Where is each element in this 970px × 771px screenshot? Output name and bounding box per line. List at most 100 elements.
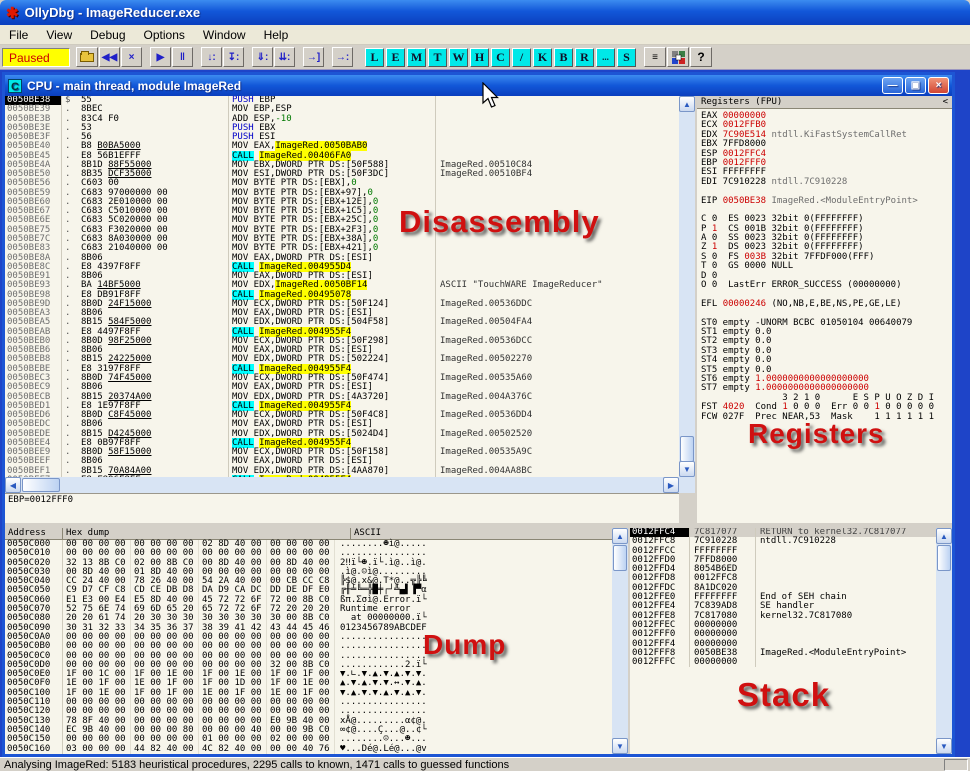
register-line[interactable]: EDI 7C910228 ntdll.7C910228 [701,178,952,187]
stack-pane[interactable]: 0012FFC47C817077RETURN to kernel32.7C817… [630,528,936,754]
menu-item-options[interactable]: Options [135,25,194,44]
view-button-e[interactable]: E [386,48,405,67]
run-button[interactable]: ▶ [150,47,171,67]
stack-row[interactable]: 0012FFF000000000 [630,630,936,639]
dump-vscrollbar[interactable]: ▲ ▼ [612,528,628,754]
disassembly-vscroll-thumb[interactable] [680,436,694,462]
cpu-window-title: CPU - main thread, module ImageRed [27,79,241,93]
stack-row[interactable]: 0012FFE87C817080kernel32.7C817080 [630,612,936,621]
view-button-w[interactable]: W [449,48,468,67]
help-label: ? [697,50,704,64]
dump-header-hex: Hex dump [63,528,351,539]
scroll-up-icon[interactable]: ▲ [612,528,628,544]
cpu-window-icon: C [8,79,22,93]
annotation-stack: Stack [737,676,830,714]
step-into-button[interactable]: ↓: [201,47,222,67]
collapse-button[interactable]: < [943,96,948,108]
main-titlebar[interactable]: ✱ OllyDbg - ImageReducer.exe [0,0,970,25]
info-pane[interactable]: EBP=0012FFF0 [5,493,679,523]
status-paused-indicator: Paused [2,48,70,67]
menu-item-file[interactable]: File [0,25,37,44]
help-button[interactable]: ? [690,47,712,67]
cpu-maximize-button[interactable]: ▣ [905,77,926,94]
stack-row[interactable]: 0012FFC87C910228ntdll.7C910228 [630,537,936,546]
scroll-right-icon[interactable]: ▶ [663,477,679,493]
stack-row[interactable]: 0012FFFC00000000 [630,658,936,667]
scroll-down-icon[interactable]: ▼ [679,461,695,477]
disassembly-vscrollbar[interactable]: ▲ ▼ [679,96,695,477]
cpu-close-button[interactable]: × [928,77,949,94]
pause-button[interactable]: ‖ [172,47,193,67]
register-line[interactable]: T 0 GS 0000 NULL [701,262,952,271]
scroll-up-icon[interactable]: ▲ [679,96,695,112]
stack-row[interactable]: 0012FFD80012FFC8 [630,574,936,583]
cpu-minimize-button[interactable]: — [882,77,903,94]
view-button-b[interactable]: B [554,48,573,67]
annotation-dump: Dump [423,629,506,661]
scroll-left-icon[interactable]: ◀ [5,477,21,493]
toolbar: Paused ◀◀× ▶‖ ↓:↧: ⇓:⇊: →] →: LEMTWHC/KBR...S… [0,45,970,70]
view-button-slash[interactable]: / [512,48,531,67]
scrollbar-corner [679,477,695,493]
stack-row[interactable]: 0012FFD48054B6ED [630,565,936,574]
annotation-registers: Registers [748,418,885,450]
appearance-icon [672,51,685,64]
ollydbg-app-icon: ✱ [6,4,19,22]
stack-row[interactable]: 0012FFF80050BE38ImageRed.<ModuleEntryPoi… [630,649,936,658]
info-line: EBP=0012FFF0 [8,495,73,505]
open-file-button[interactable] [76,47,98,67]
animate-into-button[interactable]: ⇓: [252,47,273,67]
register-line[interactable]: O 0 LastErr ERROR_SUCCESS (00000000) [701,281,952,290]
menu-item-window[interactable]: Window [194,25,255,44]
close-program-button[interactable]: × [121,47,142,67]
windows-list-icon: ≡ [652,52,658,63]
cpu-window-titlebar[interactable]: C CPU - main thread, module ImageRed — ▣… [5,75,952,96]
scroll-down-icon[interactable]: ▼ [936,738,952,754]
view-button-r[interactable]: R [575,48,594,67]
view-button-s[interactable]: S [617,48,636,67]
registers-header-label: Registers (FPU) [701,96,782,108]
view-button-more[interactable]: ... [596,48,615,67]
restart-button[interactable]: ◀◀ [99,47,120,67]
disassembly-hscroll-thumb[interactable] [22,478,60,492]
view-button-k[interactable]: K [533,48,552,67]
dump-row[interactable]: 0050C16003 00 00 0044 82 40 004C 82 40 0… [5,745,612,754]
mouse-cursor [481,82,501,109]
dump-header-address: Address [5,528,63,539]
stack-row[interactable]: 0012FFCCFFFFFFFF [630,547,936,556]
menu-item-view[interactable]: View [37,25,81,44]
status-bar: Analysing ImageRed: 5183 heuristical pro… [0,757,970,771]
execute-till-return-button[interactable]: →] [303,47,324,67]
menu-item-debug[interactable]: Debug [81,25,134,44]
appearance-button[interactable] [667,47,689,67]
dump-vscroll-thumb[interactable] [613,545,627,571]
scroll-down-icon[interactable]: ▼ [612,738,628,754]
stack-row[interactable]: 0012FFD07FFD8000 [630,556,936,565]
status-text: Analysing ImageRed: 5183 heuristical pro… [0,759,944,771]
stack-row[interactable]: 0012FFEC00000000 [630,621,936,630]
animate-over-button[interactable]: ⇊: [274,47,295,67]
step-over-button[interactable]: ↧: [223,47,244,67]
view-button-t[interactable]: T [428,48,447,67]
disassembly-pane[interactable]: 0050BE38$55PUSH EBP0050BE39.8BECMOV EBP,… [5,96,679,477]
disasm-row[interactable]: 0050BE3B.83C4 F0ADD ESP,-10 [5,115,679,124]
go-to-button[interactable]: →: [332,47,353,67]
view-button-l[interactable]: L [365,48,384,67]
disassembly-hscrollbar[interactable]: ◀ ▶ [5,477,679,493]
windows-list-button[interactable]: ≡ [644,47,666,67]
menu-item-help[interactable]: Help [255,25,298,44]
disasm-row[interactable]: 0050BE3E.53PUSH EBX [5,124,679,133]
view-button-m[interactable]: M [407,48,426,67]
disasm-row[interactable]: 0050BE38$55PUSH EBP [5,96,679,105]
registers-header: Registers (FPU) < [697,96,952,109]
dump-pane[interactable]: Address Hex dump ASCII 0050C00000 00 00 … [5,528,612,754]
scroll-up-icon[interactable]: ▲ [936,528,952,544]
stack-vscroll-thumb[interactable] [937,545,951,571]
register-line[interactable]: EIP 0050BE38 ImageRed.<ModuleEntryPoint> [701,197,952,206]
register-line[interactable]: EFL 00000246 (NO,NB,E,BE,NS,PE,GE,LE) [701,300,952,309]
view-button-h[interactable]: H [470,48,489,67]
registers-pane[interactable]: Registers (FPU) < EAX 00000000ECX 0012FF… [697,96,952,523]
annotation-disassembly: Disassembly [399,204,600,240]
stack-vscrollbar[interactable]: ▲ ▼ [936,528,952,754]
view-button-c[interactable]: C [491,48,510,67]
